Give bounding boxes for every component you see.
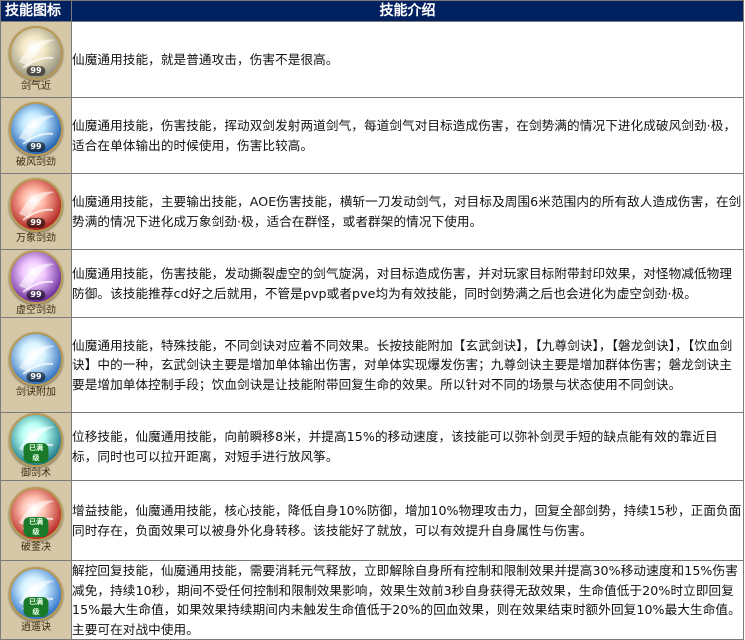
skill-name-label: 破釜决 [21,542,51,553]
skill-description: 增益技能，仙魔通用技能，核心技能，降低自身10%防御，增加10%物理攻击力，回复… [71,480,744,561]
skill-description: 位移技能，仙魔通用技能，向前瞬移8米，并提高15%的移动速度，该技能可以弥补剑灵… [71,412,744,481]
skill-description: 仙魔通用技能，伤害技能，挥动双剑发射两道剑气，每道剑气对目标造成伤害，在剑势满的… [71,97,744,174]
skill-icon-cell: 已满级 御剑术 [0,412,72,481]
skill-level-badge: 99 [26,66,46,76]
header-row: 技能图标 技能介绍 [0,0,744,22]
skill-name-label: 破风剑劲 [16,157,56,168]
teal-dash-icon: 已满级 [9,413,63,467]
skill-icon-cell: 99 虚空剑劲 [0,249,72,318]
skill-icon-cell: 已满级 破釜决 [0,480,72,561]
skill-icon-wrapper: 99 剑诀附加 [6,331,66,399]
table-row: 99 万象剑劲 仙魔通用技能，主要输出技能，AOE伤害技能，横斩一刀发动剑气，对目标… [0,173,744,250]
skill-icon-wrapper: 99 剑气近 [6,26,66,93]
skill-icon-cell: 99 剑诀附加 [0,317,72,413]
skill-name-label: 御剑术 [21,468,51,479]
skill-icon-cell: 99 破风剑劲 [0,97,72,174]
skill-level-badge: 已满级 [23,517,49,537]
skill-name-label: 虚空剑劲 [16,305,56,316]
skill-name-label: 逍遥诀 [21,621,51,633]
skill-description: 仙魔通用技能，主要输出技能，AOE伤害技能，横斩一刀发动剑气，对目标及周围6米范… [71,173,744,250]
table-row: 99 剑气近 仙魔通用技能，就是普通攻击，伤害不是很高。 [0,21,744,98]
skill-level-badge: 已满级 [23,596,49,617]
table-row: 已满级 御剑术 位移技能，仙魔通用技能，向前瞬移8米，并提高15%的移动速度，该技能… [0,412,744,481]
header-icon-column: 技能图标 [0,0,72,22]
skill-icon-wrapper: 99 破风剑劲 [6,102,66,169]
sword-slash-icon: 99 [9,26,63,80]
skill-description: 仙魔通用技能，就是普通攻击，伤害不是很高。 [71,21,744,98]
twin-wind-slash-icon: 99 [9,102,63,156]
purple-void-vortex-icon: 99 [9,250,63,304]
skill-icon-wrapper: 已满级 逍遥诀 [6,566,66,634]
skill-icon-wrapper: 99 万象剑劲 [6,178,66,245]
blue-release-icon: 已满级 [9,566,63,621]
blue-sword-burst-icon: 99 [9,331,63,386]
skill-icon-cell: 已满级 逍遥诀 [0,559,72,640]
skill-description: 仙魔通用技能，特殊技能，不同剑诀对应着不同效果。长按技能附加【玄武剑诀】，【九尊… [71,317,744,413]
table-row: 99 虚空剑劲 仙魔通用技能，伤害技能，发动撕裂虚空的剑气旋涡，对目标造成伤害，并对… [0,249,744,318]
skill-name-label: 万象剑劲 [16,233,56,244]
skill-level-badge: 99 [26,290,46,300]
skill-level-badge: 99 [26,218,46,228]
skill-icon-wrapper: 99 虚空剑劲 [6,250,66,317]
skill-level-badge: 99 [26,371,46,382]
table-row: 已满级 逍遥诀 解控回复技能，仙魔通用技能，需要消耗元气释放，立即解除自身所有控制和… [0,559,744,640]
red-vortex-slash-icon: 99 [9,178,63,232]
skill-icon-cell: 99 万象剑劲 [0,173,72,250]
table-row: 99 剑诀附加 仙魔通用技能，特殊技能，不同剑诀对应着不同效果。长按技能附加【玄武剑… [0,317,744,413]
skill-description: 仙魔通用技能，伤害技能，发动撕裂虚空的剑气旋涡，对目标造成伤害，并对玩家目标附带… [71,249,744,318]
table-row: 99 破风剑劲 仙魔通用技能，伤害技能，挥动双剑发射两道剑气，每道剑气对目标造成伤害… [0,97,744,174]
skill-level-badge: 已满级 [23,443,49,463]
skill-icon-cell: 99 剑气近 [0,21,72,98]
red-rage-icon: 已满级 [9,487,63,541]
skills-table: 技能图标 技能介绍 99 剑气近 仙魔通用技能，就是普通攻击，伤害不是很高。 99 破风… [0,0,744,640]
skill-icon-wrapper: 已满级 破釜决 [6,487,66,554]
skill-description: 解控回复技能，仙魔通用技能，需要消耗元气释放，立即解除自身所有控制和限制效果并提… [71,559,744,640]
skill-icon-wrapper: 已满级 御剑术 [6,413,66,480]
table-row: 已满级 破釜决 增益技能，仙魔通用技能，核心技能，降低自身10%防御，增加10%物理… [0,480,744,561]
header-description-column: 技能介绍 [71,0,744,22]
skill-name-label: 剑诀附加 [16,386,56,398]
skill-level-badge: 99 [26,142,46,152]
skill-name-label: 剑气近 [21,81,51,92]
